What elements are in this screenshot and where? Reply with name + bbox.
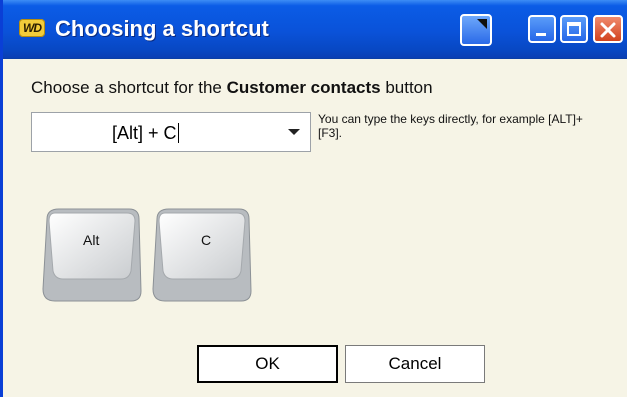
- key-alt: Alt: [41, 205, 143, 305]
- chevron-down-icon: [288, 129, 300, 135]
- maximize-button[interactable]: [560, 15, 588, 43]
- prompt-prefix: Choose a shortcut for the: [31, 78, 227, 97]
- minimize-icon: [536, 33, 546, 36]
- shortcut-prompt: Choose a shortcut for the Customer conta…: [31, 78, 433, 98]
- window-menu-icon: [477, 19, 487, 29]
- shortcut-text: [Alt] + C: [112, 123, 177, 143]
- maximize-icon: [567, 22, 581, 36]
- shortcut-combobox[interactable]: [Alt] + C: [31, 112, 311, 152]
- app-logo: WD: [19, 19, 45, 37]
- text-caret: [177, 123, 179, 143]
- shortcut-value[interactable]: [Alt] + C: [112, 123, 179, 144]
- key-c-label: C: [201, 232, 212, 248]
- key-alt-label: Alt: [83, 232, 100, 248]
- prompt-suffix: button: [380, 78, 433, 97]
- keycap-c-icon: [152, 208, 252, 302]
- shortcut-hint: You can type the keys directly, for exam…: [318, 112, 583, 140]
- cancel-button[interactable]: Cancel: [345, 345, 485, 383]
- dialog-window: WD Choosing a shortcut Choose a shortcut…: [0, 0, 627, 397]
- close-button[interactable]: [593, 15, 623, 43]
- title-bar[interactable]: WD Choosing a shortcut: [3, 0, 627, 59]
- window-menu-button[interactable]: [460, 14, 492, 46]
- close-icon: [600, 22, 616, 38]
- ok-button[interactable]: OK: [197, 345, 338, 383]
- window-title: Choosing a shortcut: [55, 16, 269, 41]
- prompt-target: Customer contacts: [226, 78, 381, 97]
- minimize-button[interactable]: [528, 15, 556, 43]
- dropdown-button[interactable]: [276, 113, 310, 151]
- key-c: C: [151, 205, 253, 305]
- keycap-alt-icon: [42, 208, 142, 302]
